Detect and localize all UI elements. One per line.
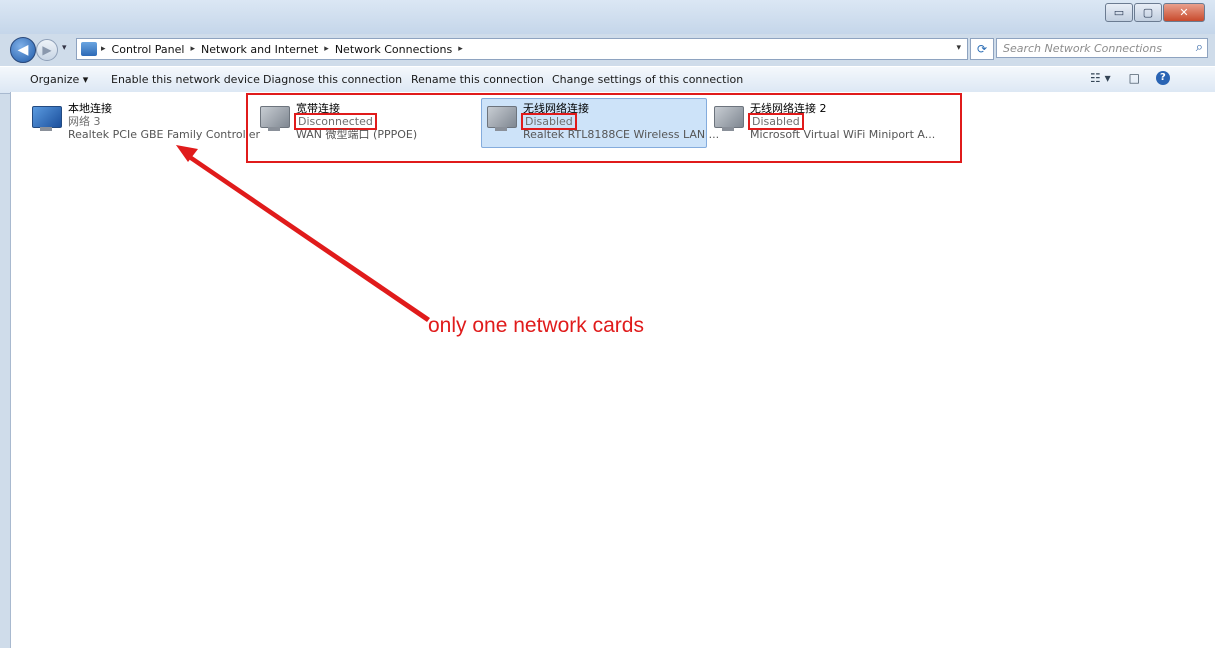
recent-pages-dropdown[interactable]: ▾ — [62, 43, 67, 53]
change-settings-button[interactable]: Change settings of this connection — [552, 73, 743, 86]
breadcrumb-separator[interactable]: ▸ — [190, 44, 195, 54]
view-options: ☷ ▾ □ ? — [1090, 71, 1170, 85]
address-history-dropdown[interactable]: ▾ — [956, 43, 961, 53]
back-button[interactable]: ◀ — [10, 37, 36, 63]
address-bar[interactable]: ▸ Control Panel ▸ Network and Internet ▸… — [76, 38, 968, 60]
maximize-button[interactable]: ▢ — [1134, 3, 1162, 22]
breadcrumb-separator[interactable]: ▸ — [101, 44, 106, 54]
preview-pane-button[interactable]: □ — [1129, 71, 1140, 85]
change-view-button[interactable]: ☷ ▾ — [1090, 71, 1111, 85]
connections-pane — [10, 92, 1215, 648]
organize-menu[interactable]: Organize ▾ — [30, 73, 88, 86]
title-bar: ▭ ▢ ✕ — [0, 0, 1215, 34]
refresh-button[interactable]: ⟳ — [970, 38, 994, 60]
breadcrumb-separator[interactable]: ▸ — [458, 44, 463, 54]
navigation-bar: ◀ ▶ ▾ ▸ Control Panel ▸ Network and Inte… — [0, 34, 1215, 63]
connection-local-area[interactable]: 本地连接 网络 3 Realtek PCIe GBE Family Contro… — [30, 102, 260, 146]
enable-device-button[interactable]: Enable this network device — [111, 73, 260, 86]
command-bar: Organize ▾ Enable this network device Di… — [0, 66, 1215, 94]
search-icon[interactable]: ⌕ — [1196, 40, 1203, 55]
breadcrumb-network-connections[interactable]: Network Connections — [335, 43, 452, 56]
connection-device: Realtek PCIe GBE Family Controller — [68, 128, 261, 141]
connection-name: 本地连接 — [68, 102, 112, 115]
network-adapter-icon — [30, 102, 64, 132]
breadcrumb-control-panel[interactable]: Control Panel — [112, 43, 185, 56]
search-placeholder: Search Network Connections — [1003, 42, 1162, 55]
diagnose-button[interactable]: Diagnose this connection — [263, 73, 402, 86]
window-controls: ▭ ▢ ✕ — [1104, 3, 1205, 22]
close-button[interactable]: ✕ — [1163, 3, 1205, 22]
help-button[interactable]: ? — [1155, 71, 1170, 85]
annotation-box — [246, 93, 962, 163]
forward-button[interactable]: ▶ — [36, 39, 58, 61]
breadcrumb-separator[interactable]: ▸ — [324, 44, 329, 54]
annotation-text: only one network cards — [428, 314, 644, 337]
explorer-window: ▭ ▢ ✕ ◀ ▶ ▾ ▸ Control Panel ▸ Network an… — [0, 0, 1215, 648]
control-panel-icon — [81, 42, 97, 56]
rename-button[interactable]: Rename this connection — [411, 73, 544, 86]
breadcrumb-network-and-internet[interactable]: Network and Internet — [201, 43, 318, 56]
connection-status: 网络 3 — [68, 115, 101, 128]
minimize-button[interactable]: ▭ — [1105, 3, 1133, 22]
search-input[interactable]: Search Network Connections ⌕ — [996, 38, 1208, 58]
